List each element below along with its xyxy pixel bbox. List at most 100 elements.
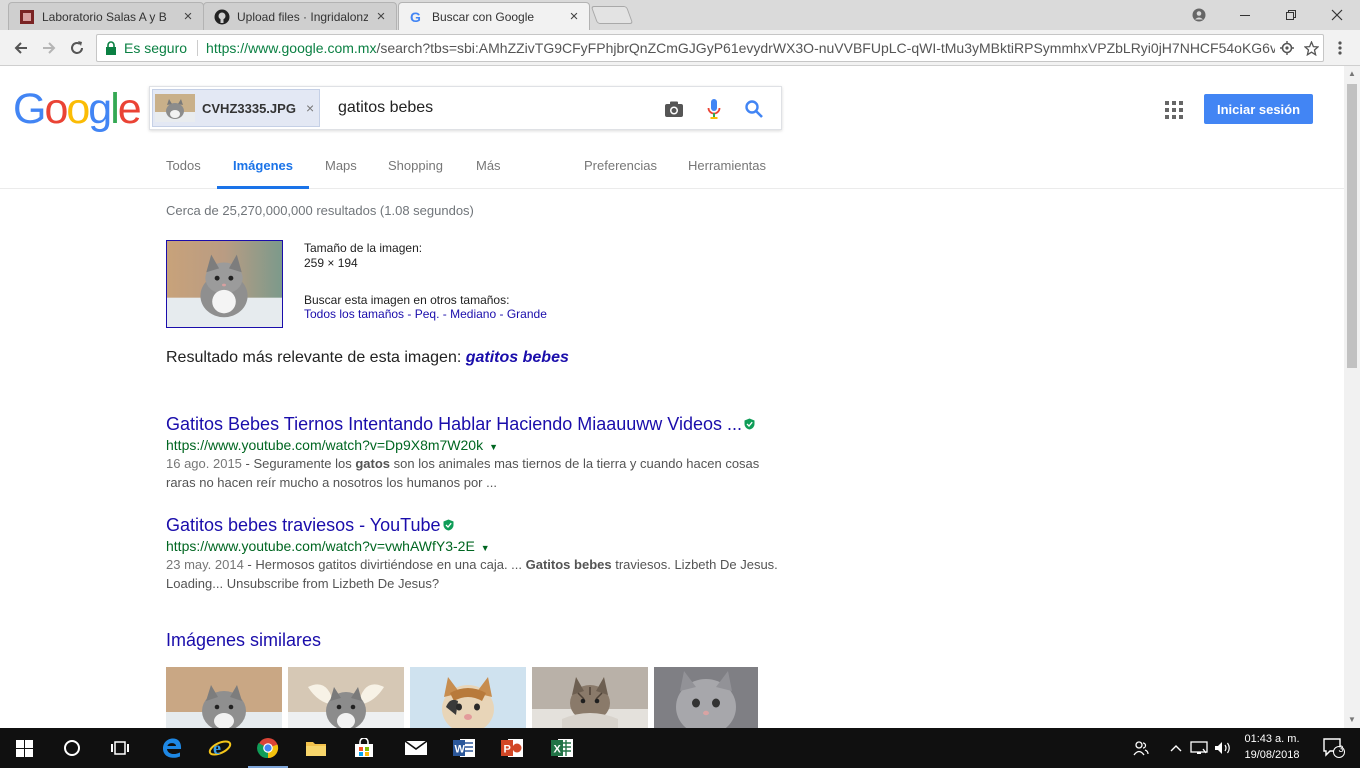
scrollbar-thumb[interactable] [1347,84,1357,368]
result-title-link[interactable]: Gatitos Bebes Tiernos Intentando Hablar … [166,414,742,435]
new-tab-button[interactable] [590,6,634,24]
powerpoint-app-icon[interactable]: P [488,728,536,768]
size-links: Todos los tamaños - Peq. - Mediano - Gra… [304,307,547,321]
menu-kebab-icon[interactable] [1328,36,1352,60]
size-medium-link[interactable]: Mediano [450,307,496,321]
url-dropdown-caret-icon[interactable]: ▼ [481,543,490,553]
page-scrollbar[interactable]: ▲ ▼ [1344,66,1360,728]
tab-more[interactable]: Más [476,158,501,189]
size-separator: - [499,307,504,321]
size-small-link[interactable]: Peq. [415,307,440,321]
size-large-link[interactable]: Grande [507,307,547,321]
restore-icon[interactable] [1268,0,1314,30]
profile-icon[interactable] [1176,0,1222,30]
action-center-icon[interactable]: 3 [1314,728,1354,768]
svg-text:G: G [410,9,421,25]
result-title-link[interactable]: Gatitos bebes traviesos - YouTube [166,515,441,536]
tab-title: Upload files · Ingridalonz [237,9,368,24]
minimize-icon[interactable] [1222,0,1268,30]
tab-all[interactable]: Todos [166,158,201,189]
svg-text:P: P [504,744,511,756]
apps-grid-icon[interactable] [1164,100,1184,120]
mail-envelope-icon[interactable] [392,728,440,768]
snippet-highlight: Gatitos bebes [525,557,612,572]
image-size-value: 259 × 194 [304,256,358,270]
scroll-down-arrow-icon[interactable]: ▼ [1344,712,1360,728]
tab-buscar-con-google[interactable]: G Buscar con Google × [398,2,590,30]
tab-preferences[interactable]: Preferencias [584,158,657,189]
result-date: 16 ago. 2015 [166,456,242,471]
query-image-preview[interactable] [166,240,283,328]
clock-date: 19/08/2018 [1244,749,1300,761]
search-input[interactable]: gatitos bebes [338,99,433,117]
store-bag-icon[interactable] [340,728,388,768]
edge-browser-icon[interactable] [148,728,196,768]
word-app-icon[interactable]: W [440,728,488,768]
clock-time: 01:43 a. m. [1244,733,1300,745]
best-guess-label: Resultado más relevante de esta imagen: [166,349,462,366]
similar-image-thumbnail[interactable] [166,667,282,728]
notification-count-badge: 3 [1338,744,1344,754]
url-dropdown-caret-icon[interactable]: ▼ [489,442,498,452]
page-content: Google CVHZ3335.JPG × gatitos bebes Inic… [0,66,1344,728]
location-icon[interactable] [1275,41,1299,55]
windows-start-icon[interactable] [0,728,48,768]
result-url[interactable]: https://www.youtube.com/watch?v=vwhAWfY3… [166,538,786,554]
secure-label[interactable]: Es seguro [124,40,187,56]
search-box[interactable]: CVHZ3335.JPG × gatitos bebes [149,86,782,130]
back-arrow-icon[interactable] [9,36,33,60]
search-nav: Todos Imágenes Maps Shopping Más Prefere… [0,152,1344,189]
scroll-up-arrow-icon[interactable]: ▲ [1344,66,1360,82]
sign-in-button[interactable]: Iniciar sesión [1204,94,1313,124]
internet-explorer-icon[interactable]: e [196,728,244,768]
chrome-browser-icon[interactable] [244,728,292,768]
search-image-chip[interactable]: CVHZ3335.JPG × [152,89,320,127]
forward-arrow-icon[interactable] [37,36,61,60]
google-logo[interactable]: Google [13,88,142,131]
file-explorer-icon[interactable] [292,728,340,768]
network-icon[interactable] [1188,728,1210,768]
tray-chevron-up-icon[interactable] [1166,728,1186,768]
similar-image-thumbnail[interactable] [654,667,758,728]
people-icon[interactable] [1128,728,1154,768]
microphone-icon[interactable] [702,97,726,121]
task-view-icon[interactable] [96,728,144,768]
excel-app-icon[interactable]: X [538,728,586,768]
tab-close-icon[interactable]: × [181,9,195,24]
cortana-circle-icon[interactable] [48,728,96,768]
bookmark-star-icon[interactable] [1299,40,1323,56]
similar-image-thumbnail[interactable] [532,667,648,728]
size-all-link[interactable]: Todos los tamaños [304,307,404,321]
tab-title: Buscar con Google [432,9,535,24]
tab-tools[interactable]: Herramientas [688,158,766,189]
address-bar[interactable]: Es seguro https://www.google.com.mx/sear… [96,34,1324,62]
camera-icon[interactable] [662,97,686,121]
taskbar-clock[interactable]: 01:43 a. m. 19/08/2018 [1232,731,1312,763]
tab-laboratorio[interactable]: Laboratorio Salas A y B × [8,2,204,30]
search-icon[interactable] [742,97,766,121]
tab-shopping[interactable]: Shopping [388,158,443,189]
remove-image-close-icon[interactable]: × [306,100,314,116]
tab-close-icon[interactable]: × [567,9,581,24]
tab-close-icon[interactable]: × [374,9,388,24]
volume-speaker-icon[interactable] [1212,728,1234,768]
site-favicon-icon [19,9,35,25]
url-text[interactable]: https://www.google.com.mx/search?tbs=sbi… [206,40,1275,56]
reload-icon[interactable] [65,36,89,60]
similar-image-thumbnail[interactable] [288,667,404,728]
tab-upload-files[interactable]: Upload files · Ingridalonz × [203,2,397,30]
svg-text:e: e [213,738,221,758]
result-date: 23 may. 2014 [166,557,244,572]
image-filename: CVHZ3335.JPG [202,100,296,116]
best-guess-link[interactable]: gatitos bebes [466,349,569,366]
similar-images-title[interactable]: Imágenes similares [166,630,321,651]
result-stats: Cerca de 25,270,000,000 resultados (1.08… [166,203,474,218]
lock-icon[interactable] [105,41,119,55]
close-window-icon[interactable] [1314,0,1360,30]
result-url[interactable]: https://www.youtube.com/watch?v=Dp9X8m7W… [166,437,786,453]
similar-image-thumbnail[interactable] [410,667,526,728]
result-snippet: 23 may. 2014 - Hermosos gatitos divirtié… [166,555,786,593]
tab-maps[interactable]: Maps [325,158,357,189]
google-favicon-icon: G [409,9,425,25]
tab-images[interactable]: Imágenes [217,158,309,189]
